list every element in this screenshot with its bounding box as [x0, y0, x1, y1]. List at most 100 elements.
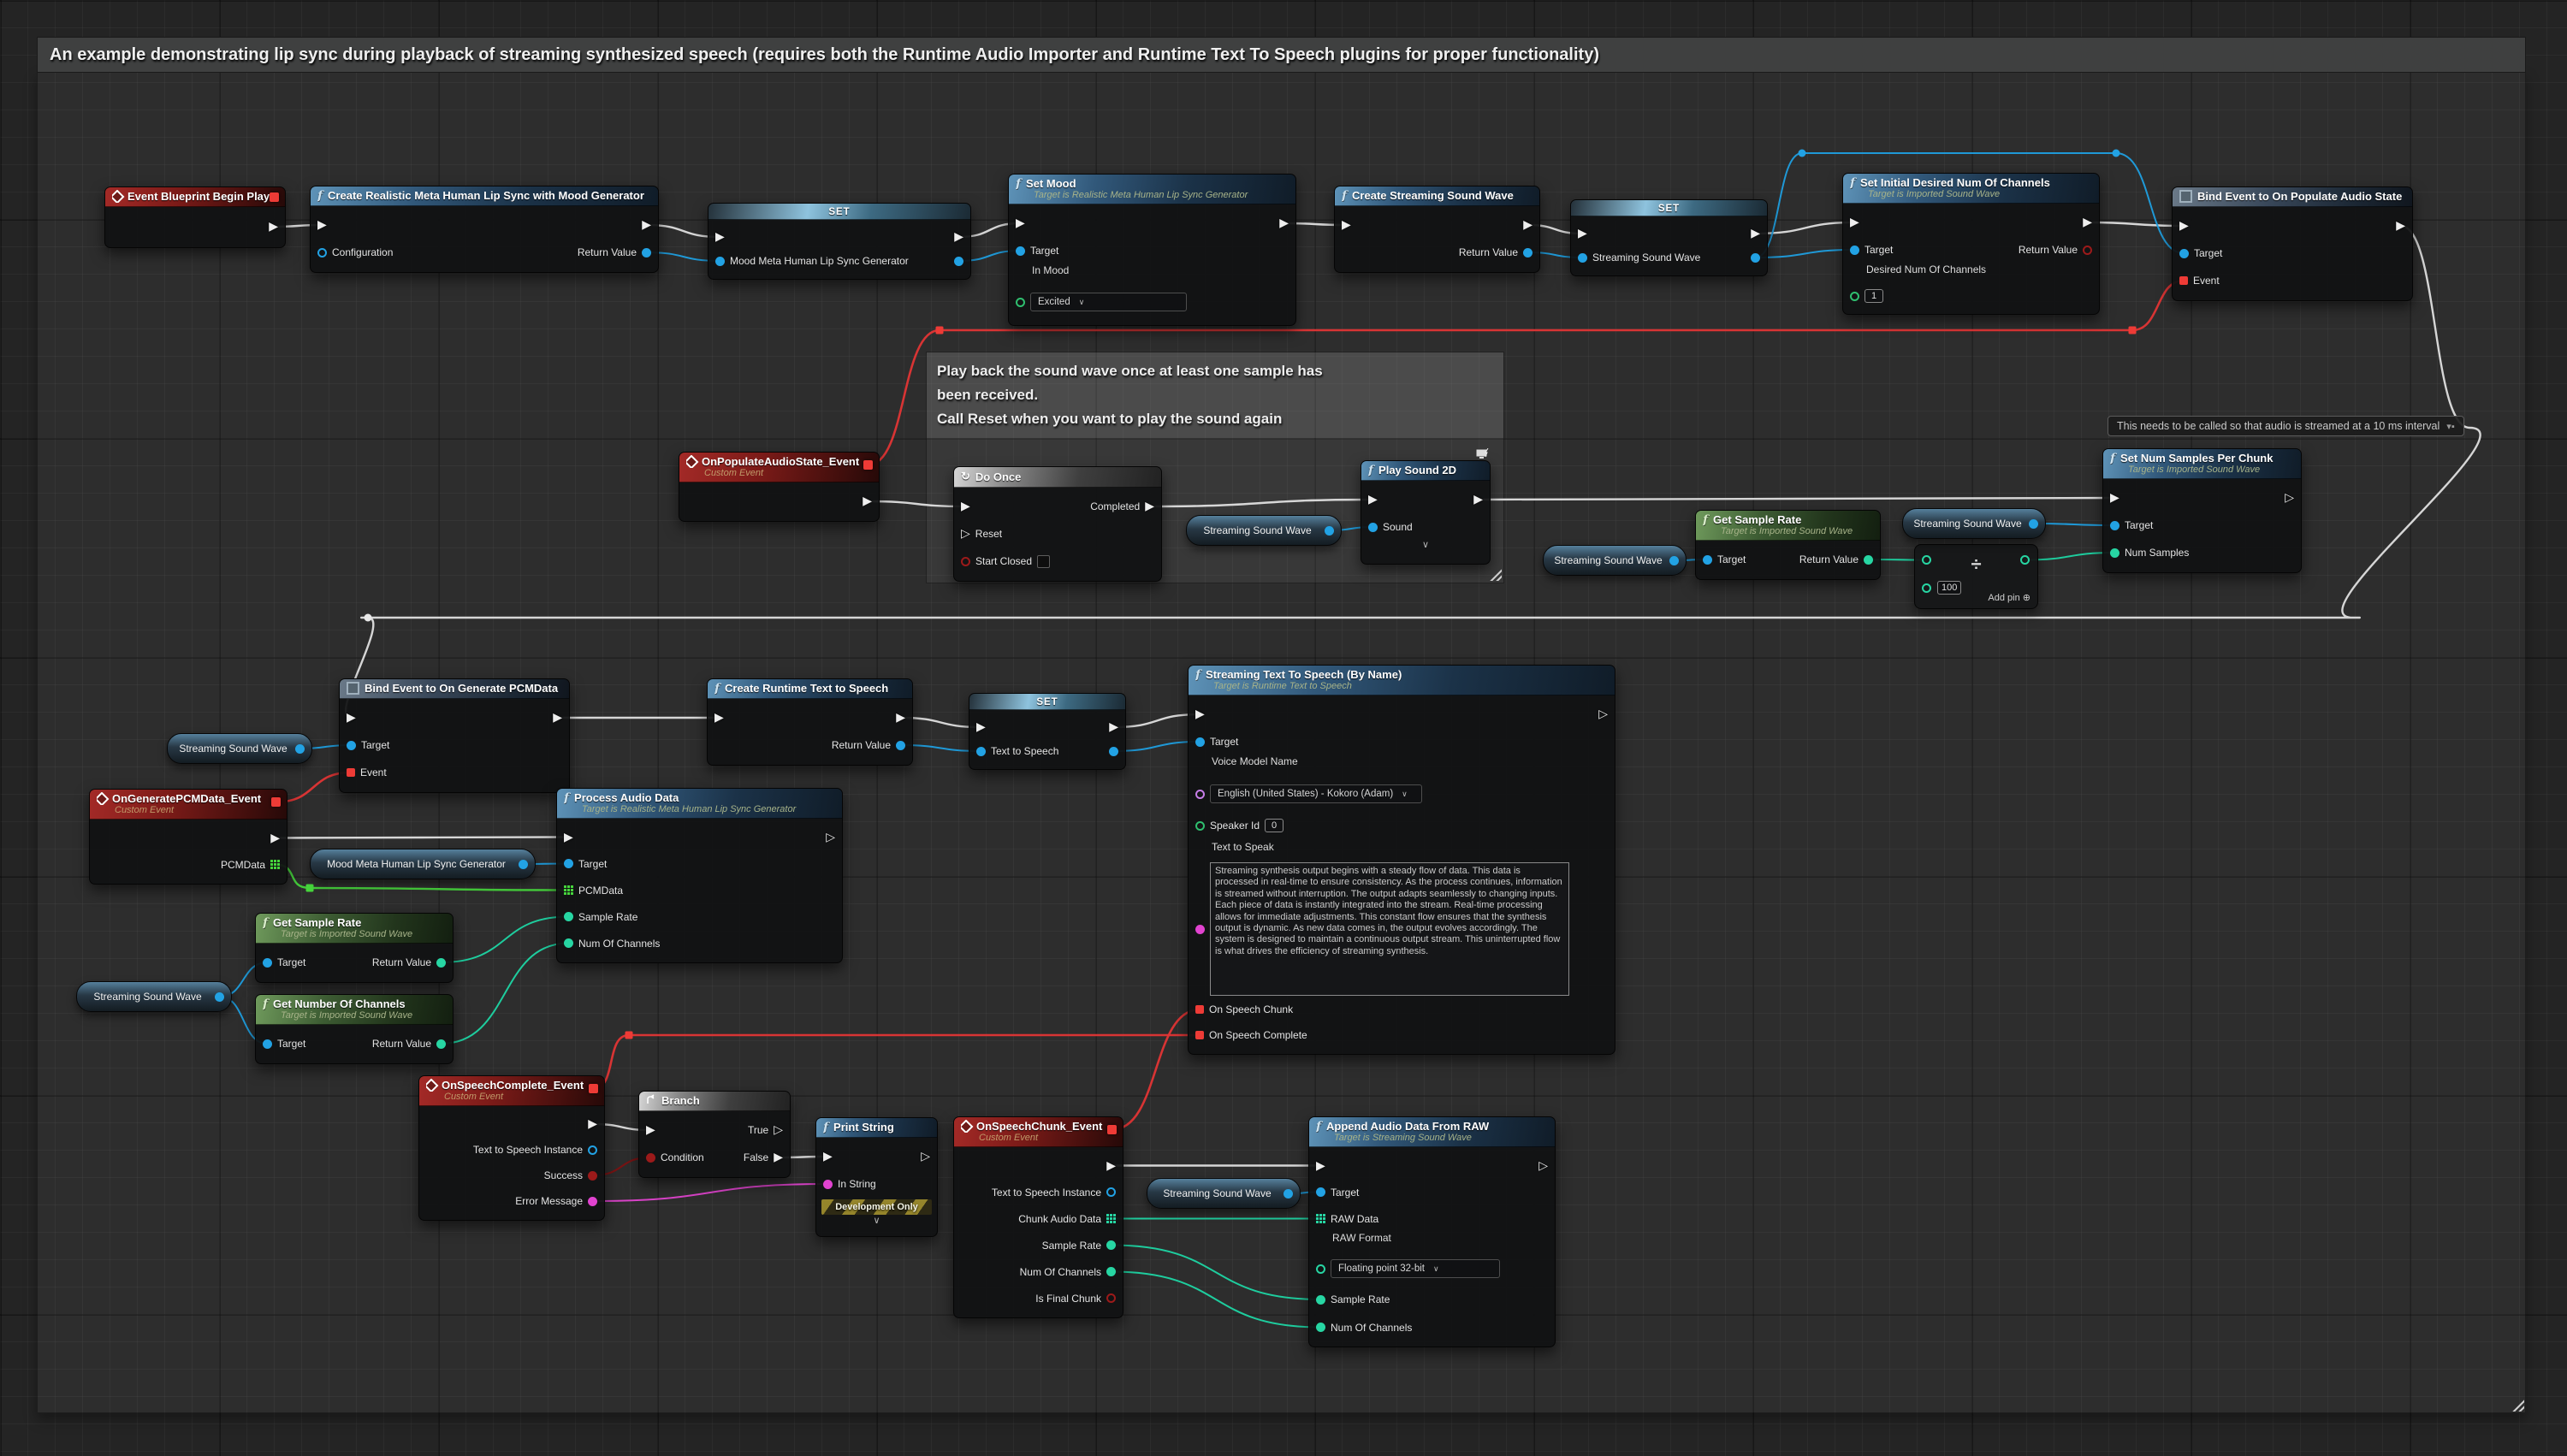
data-pin[interactable]	[1316, 1295, 1325, 1305]
exec-pin[interactable]: ▶	[714, 712, 724, 724]
exec-pin[interactable]: ▷	[921, 1151, 930, 1163]
variable-output-pin[interactable]	[519, 860, 528, 869]
exec-pin[interactable]: ▶	[553, 712, 562, 724]
node-header[interactable]: OnGeneratePCMData_EventCustom Event	[90, 790, 287, 820]
set-tts-node[interactable]: SET▶▶Text to Speech	[969, 693, 1126, 770]
data-pin[interactable]	[896, 741, 905, 750]
exec-pin[interactable]: ▶	[1368, 494, 1378, 506]
variable-output-pin[interactable]	[1284, 1189, 1293, 1199]
value-input[interactable]: 1	[1864, 289, 1883, 303]
set-mood-node[interactable]: ƒSet MoodTarget is Realistic Meta Human …	[1008, 174, 1296, 326]
exec-pin[interactable]: ▶	[564, 832, 573, 843]
reroute-node[interactable]	[1799, 150, 1806, 157]
play-2d-node[interactable]: ƒPlay Sound 2D▶▶Sound∨	[1361, 460, 1491, 565]
data-pin[interactable]	[588, 1197, 597, 1206]
print-node[interactable]: ƒPrint String▶▷In StringDevelopment Only…	[815, 1117, 938, 1237]
data-pin[interactable]	[961, 557, 970, 566]
node-header[interactable]: ƒPrint String	[816, 1118, 937, 1138]
exec-pin[interactable]: ▶	[896, 712, 905, 724]
variable-get-streaming-sound-wave[interactable]: Streaming Sound Wave	[1186, 515, 1342, 546]
data-pin[interactable]	[564, 938, 573, 948]
data-pin[interactable]	[1016, 298, 1025, 307]
data-pin[interactable]	[263, 1039, 272, 1049]
delegate-pin[interactable]	[863, 460, 873, 470]
dropdown[interactable]: English (United States) - Kokoro (Adam)∨	[1210, 784, 1422, 803]
node-header[interactable]: OnPopulateAudioState_EventCustom Event	[679, 453, 879, 482]
delegate-pin[interactable]	[1195, 1005, 1204, 1014]
exec-pin[interactable]: ▶	[1342, 219, 1351, 231]
node-header[interactable]: ƒGet Number Of ChannelsTarget is Importe…	[256, 995, 453, 1025]
text-to-speak-input[interactable]: Streaming synthesis output begins with a…	[1210, 862, 1569, 996]
node-header[interactable]: ƒCreate Runtime Text to Speech	[708, 679, 912, 699]
expand-chevron-icon[interactable]: ∨	[1361, 541, 1490, 558]
reroute-node[interactable]	[2129, 327, 2137, 334]
gsr1-node[interactable]: ƒGet Sample RateTarget is Imported Sound…	[255, 913, 454, 983]
data-pin[interactable]	[715, 257, 725, 266]
exec-pin[interactable]: ▶	[1578, 228, 1587, 240]
gnc-node[interactable]: ƒGet Number Of ChannelsTarget is Importe…	[255, 994, 454, 1064]
checkbox[interactable]	[1037, 555, 1050, 568]
delegate-pin[interactable]	[347, 768, 355, 777]
exec-pin[interactable]: ▶	[2083, 216, 2092, 228]
data-pin[interactable]	[2179, 249, 2189, 258]
data-pin[interactable]	[1864, 555, 1873, 565]
delegate-pin[interactable]	[589, 1084, 598, 1093]
array-pin[interactable]	[1316, 1214, 1325, 1223]
exec-pin[interactable]: ▶	[269, 221, 278, 233]
exec-pin[interactable]: ▷	[1538, 1160, 1548, 1172]
variable-output-pin[interactable]	[1325, 526, 1334, 536]
data-pin[interactable]	[1850, 292, 1859, 301]
exec-pin[interactable]: ▶	[588, 1118, 597, 1130]
node-header[interactable]: Event Blueprint Begin Play	[105, 187, 285, 207]
variable-output-pin[interactable]	[215, 992, 224, 1002]
dropdown[interactable]: Excited∨	[1030, 293, 1187, 311]
node-header[interactable]: SET	[708, 204, 970, 220]
exec-pin[interactable]: ▶	[954, 231, 963, 243]
wildcard-pin[interactable]	[1922, 555, 1931, 565]
variable-output-pin[interactable]	[295, 744, 305, 754]
data-pin[interactable]	[1316, 1264, 1325, 1274]
data-pin[interactable]	[1850, 246, 1859, 255]
data-pin[interactable]	[1751, 253, 1760, 263]
expand-chevron-icon[interactable]: ∨	[816, 1216, 937, 1230]
set-ssw-node[interactable]: SET▶▶Streaming Sound Wave	[1570, 199, 1768, 276]
set-init-ch-node[interactable]: ƒSet Initial Desired Num Of ChannelsTarg…	[1842, 173, 2100, 315]
delegate-pin[interactable]	[271, 797, 281, 807]
delegate-pin[interactable]	[1195, 1031, 1204, 1039]
exec-pin[interactable]: ▶	[823, 1151, 833, 1163]
data-pin[interactable]	[823, 1180, 833, 1189]
exec-pin[interactable]: ▶	[642, 219, 651, 231]
divisor-input[interactable]: 100	[1937, 581, 1961, 595]
node-header[interactable]: Branch	[639, 1092, 790, 1111]
bind-pop-node[interactable]: Bind Event to On Populate Audio State▶▶T…	[2172, 186, 2413, 301]
node-header[interactable]: Bind Event to On Generate PCMData	[340, 679, 569, 699]
reroute-node[interactable]	[625, 1032, 633, 1039]
branch-node[interactable]: Branch▶True▷ConditionFalse▶	[638, 1091, 791, 1178]
data-pin[interactable]	[263, 958, 272, 968]
exec-pin[interactable]: ▷	[2285, 492, 2294, 504]
data-pin[interactable]	[436, 958, 446, 968]
value-input[interactable]: 0	[1265, 819, 1284, 832]
note-bubble[interactable]: This needs to be called so that audio is…	[2108, 416, 2464, 436]
data-pin[interactable]	[1106, 1267, 1116, 1276]
on-gen-node[interactable]: OnGeneratePCMData_EventCustom Event▶PCMD…	[89, 789, 288, 885]
node-header[interactable]: ƒSet MoodTarget is Realistic Meta Human …	[1009, 175, 1295, 204]
array-pin[interactable]	[270, 860, 280, 869]
reroute-node[interactable]	[936, 327, 944, 334]
process-node[interactable]: ƒProcess Audio DataTarget is Realistic M…	[556, 788, 843, 963]
dropdown[interactable]: Floating point 32-bit∨	[1331, 1259, 1500, 1278]
node-header[interactable]: ƒGet Sample RateTarget is Imported Sound…	[256, 914, 453, 944]
data-pin[interactable]	[1195, 790, 1205, 799]
exec-pin[interactable]: ▶	[317, 219, 327, 231]
data-pin[interactable]	[564, 859, 573, 868]
node-header[interactable]: OnSpeechChunk_EventCustom Event	[954, 1117, 1123, 1147]
tts-node[interactable]: ƒStreaming Text To Speech (By Name)Targe…	[1188, 665, 1615, 1055]
wildcard-pin[interactable]	[1922, 583, 1931, 593]
add-pin-button[interactable]: Add pin ⊕	[1988, 592, 2030, 603]
data-pin[interactable]	[436, 1039, 446, 1049]
data-pin[interactable]	[1106, 1293, 1116, 1303]
array-pin[interactable]	[1106, 1214, 1116, 1223]
do-once-node[interactable]: ↻Do Once▶Completed▶▷ResetStart Closed	[953, 466, 1162, 582]
reroute-node[interactable]	[2113, 150, 2120, 157]
wildcard-pin[interactable]	[2020, 555, 2030, 565]
